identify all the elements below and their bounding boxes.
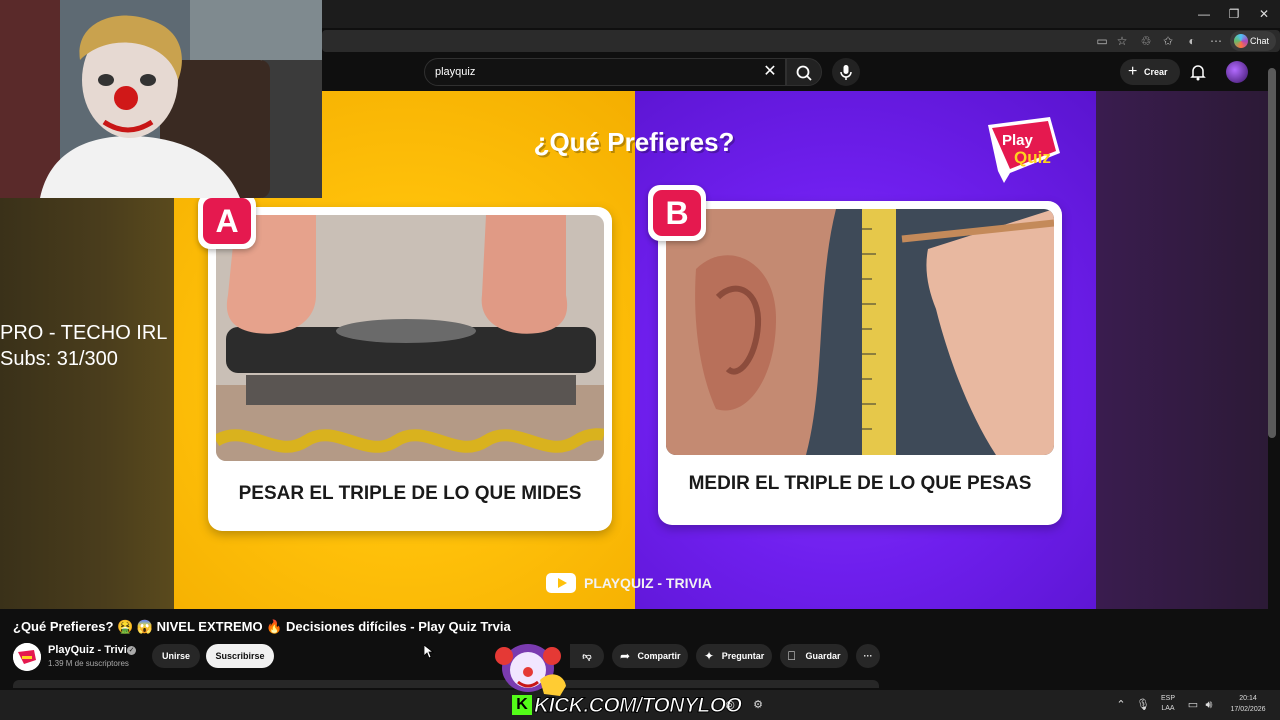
watermark-text: PLAYQUIZ - TRIVIA: [584, 575, 712, 591]
option-a-letter: A: [203, 198, 251, 244]
plus-icon: +: [1128, 63, 1138, 80]
mouse-cursor-icon: [424, 645, 434, 659]
overlay-line-1: PRO - TECHO IRL: [0, 322, 168, 344]
overlay-line-2: Subs: 31/300: [0, 348, 118, 370]
copilot-icon: [1234, 34, 1248, 48]
save-button[interactable]: ⎕ Guardar: [780, 644, 848, 668]
option-a-card: PESAR EL TRIPLE DE LO QUE MIDES: [208, 207, 612, 531]
bookmark-icon: ⎕: [788, 649, 796, 663]
kick-url-text: KICK.COM/TONYLOO: [534, 694, 743, 718]
video-channel-watermark: PLAYQUIZ - TRIVIA: [546, 571, 746, 595]
tray-chevron-icon[interactable]: ⌃: [1114, 696, 1128, 714]
menu-dots-icon[interactable]: ⋯: [1208, 33, 1224, 49]
option-b-photo: [666, 209, 1054, 455]
logo-play-text: Play: [1002, 132, 1034, 149]
video-left-backdrop: [0, 198, 174, 609]
keyboard-layout: LAA: [1161, 705, 1175, 712]
streamer-webcam-image: [0, 0, 322, 198]
option-a-photo: [216, 215, 604, 461]
more-actions-button[interactable]: ···: [856, 644, 880, 668]
youtube-play-icon: [546, 573, 576, 593]
maximize-button[interactable]: ❐: [1218, 4, 1250, 24]
steam-taskbar-icon[interactable]: ⚙: [750, 696, 766, 714]
video-right-backdrop: [1096, 91, 1268, 609]
close-icon[interactable]: ✕: [760, 62, 780, 82]
address-bar[interactable]: [322, 30, 1280, 52]
verified-icon: ✓: [127, 646, 136, 655]
logo-quiz-text: Quiz: [1014, 148, 1051, 167]
channel-logo-icon: [13, 643, 41, 671]
page-scrollbar[interactable]: [1268, 68, 1276, 438]
language-indicator[interactable]: ESP LAA: [1156, 694, 1180, 714]
ear-measure-image: [666, 209, 1054, 455]
bell-icon: [1190, 65, 1206, 81]
subscriber-count: 1.39 M de suscriptores: [48, 659, 129, 668]
option-b-letter: B: [653, 190, 701, 236]
clock-time: 20:14: [1239, 695, 1257, 702]
webcam-overlay: [0, 0, 322, 198]
favorite-star-icon[interactable]: ☆: [1114, 33, 1130, 49]
favorites-icon[interactable]: ✩: [1160, 33, 1176, 49]
search-input[interactable]: playquiz: [424, 58, 786, 86]
subscribe-button[interactable]: Suscribirse: [206, 644, 274, 668]
join-button[interactable]: Unirse: [152, 644, 200, 668]
option-b-text: MEDIR EL TRIPLE DE LO QUE PESAS: [688, 473, 1032, 494]
option-a-text: PESAR EL TRIPLE DE LO QUE MIDES: [238, 483, 582, 504]
option-a-badge: A: [198, 193, 256, 249]
ask-label: Preguntar: [721, 651, 765, 661]
video-title: ¿Qué Prefieres? 🤮 😱 NIVEL EXTREMO 🔥 Deci…: [13, 619, 511, 634]
stream-overlay-text: PRO - TECHO IRL Subs: 31/300: [0, 320, 200, 372]
channel-avatar[interactable]: [13, 643, 41, 671]
minimize-button[interactable]: —: [1188, 4, 1220, 24]
channel-name[interactable]: PlayQuiz - Trivia: [48, 644, 133, 656]
notifications-button[interactable]: [1188, 62, 1208, 82]
language-code: ESP: [1160, 695, 1175, 702]
option-b-badge: B: [648, 185, 706, 241]
save-label: Guardar: [805, 651, 841, 661]
network-icon[interactable]: ▭: [1186, 696, 1200, 714]
create-label: Crear: [1144, 67, 1168, 77]
search-button[interactable]: [786, 58, 822, 86]
create-button[interactable]: + Crear: [1120, 59, 1180, 85]
description-box[interactable]: [13, 680, 879, 688]
account-avatar[interactable]: [1226, 61, 1248, 83]
option-b-card: MEDIR EL TRIPLE DE LO QUE PESAS: [658, 201, 1062, 525]
split-screen-icon[interactable]: ▭: [1094, 33, 1110, 49]
profile-icon[interactable]: ◐: [1184, 33, 1200, 49]
copilot-chat-button[interactable]: Chat: [1230, 31, 1276, 51]
scale-feet-image: [216, 215, 604, 461]
chat-label: Chat: [1250, 36, 1270, 46]
volume-icon[interactable]: 🔊︎: [1202, 696, 1216, 714]
voice-search-button[interactable]: [832, 58, 860, 86]
extensions-icon[interactable]: ♲: [1138, 33, 1154, 49]
microphone-tray-icon[interactable]: 🎙︎: [1136, 696, 1150, 714]
taskbar-clock[interactable]: 20:14 17/02/2026: [1220, 693, 1276, 715]
close-window-button[interactable]: ✕: [1248, 4, 1280, 24]
chrome-taskbar-icon[interactable]: ◎: [722, 696, 738, 714]
search-icon: [796, 65, 812, 81]
video-overlay-title: ¿Qué Prefieres?: [533, 127, 735, 157]
playquiz-logo: Play Quiz: [988, 117, 1060, 183]
mic-icon: [840, 65, 852, 80]
clock-date: 17/02/2026: [1230, 706, 1266, 713]
